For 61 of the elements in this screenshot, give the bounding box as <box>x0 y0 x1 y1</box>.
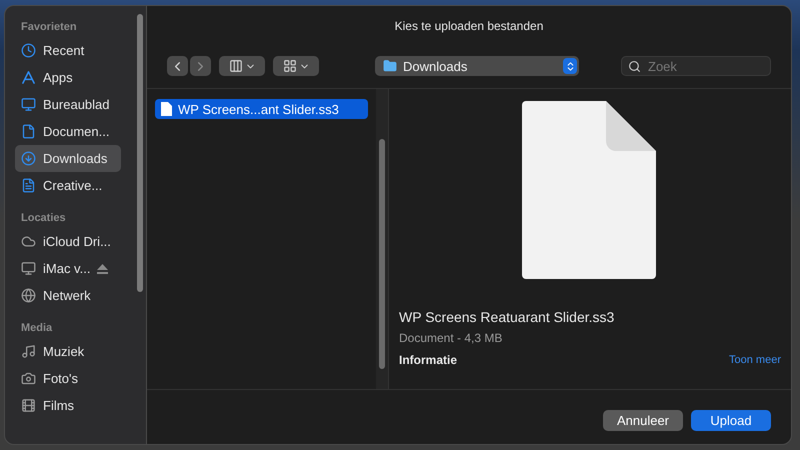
computer-icon <box>21 261 36 276</box>
eject-icon[interactable] <box>97 264 108 274</box>
film-icon <box>21 398 36 413</box>
sidebar-item[interactable]: Recent <box>15 37 121 64</box>
apps-icon <box>21 70 36 85</box>
document-icon <box>21 178 36 193</box>
sidebar-label: Netwerk <box>43 288 91 303</box>
sidebar-item[interactable]: Films <box>15 392 121 419</box>
sidebar-item[interactable]: iCloud Dri... <box>15 228 121 255</box>
sidebar-label: Downloads <box>43 151 108 166</box>
section-heading: Favorieten <box>20 20 78 35</box>
cancel-button[interactable]: Annuleer <box>603 410 683 431</box>
sidebar-label: Recent <box>43 43 84 58</box>
document-icon <box>21 124 36 139</box>
search-field[interactable]: Zoek <box>621 56 771 76</box>
upload-button[interactable]: Upload <box>691 410 771 431</box>
sidebar-label: Apps <box>43 70 73 85</box>
folder-icon <box>383 59 397 73</box>
sidebar-item[interactable]: iMac v... <box>15 255 121 282</box>
music-note-icon <box>21 344 36 359</box>
back-button[interactable] <box>167 56 188 76</box>
sidebar-label: Creative... <box>43 178 102 193</box>
view-button[interactable] <box>219 56 265 76</box>
sidebar-label: Muziek <box>43 344 84 359</box>
location-popup[interactable]: Downloads <box>375 56 579 76</box>
stepper-button[interactable] <box>563 58 577 74</box>
sidebar-label: Documen... <box>43 124 110 139</box>
camera-icon <box>21 371 36 386</box>
globe-icon <box>21 288 36 303</box>
sidebar-label: Foto's <box>43 371 78 386</box>
dialog-title: Kies te uploaden bestanden <box>394 18 544 35</box>
sidebar-item[interactable]: Creative... <box>15 172 121 199</box>
monitor-icon <box>21 97 36 112</box>
sidebar-item[interactable]: Bureaublad <box>15 91 121 118</box>
group-button[interactable] <box>273 56 319 76</box>
document-icon <box>161 102 172 116</box>
sidebar-item[interactable]: Apps <box>15 64 121 91</box>
clock-icon <box>21 43 36 58</box>
info-heading: Informatie <box>399 353 458 367</box>
section-heading: Locaties <box>20 211 67 226</box>
sidebar-item[interactable]: Muziek <box>15 338 121 365</box>
sidebar-label: iMac v... <box>43 261 90 276</box>
scrollbar[interactable] <box>137 14 143 292</box>
download-icon <box>21 151 36 166</box>
sidebar-label: Films <box>43 398 74 413</box>
cloud-icon <box>21 234 36 249</box>
forward-button[interactable] <box>190 56 211 76</box>
file-meta: Document - 4,3 MB <box>399 331 504 345</box>
sidebar-item[interactable]: Netwerk <box>15 282 121 309</box>
columns-icon <box>228 59 242 73</box>
sidebar-label: Bureaublad <box>43 97 110 112</box>
sidebar-item[interactable]: Documen... <box>15 118 121 145</box>
more-link[interactable]: Toon meer <box>729 354 781 366</box>
scrollbar[interactable] <box>379 139 385 369</box>
sidebar-label: iCloud Dri... <box>43 234 111 249</box>
section-heading: Media <box>20 321 54 336</box>
sidebar-item[interactable]: Downloads <box>15 145 121 172</box>
file-row[interactable]: WP Screens...ant Slider.ss3 <box>155 99 368 119</box>
sidebar-item[interactable]: Foto's <box>15 365 121 392</box>
file-name: WP Screens Reatuarant Slider.ss3 <box>399 309 616 325</box>
grid-icon <box>282 59 296 73</box>
